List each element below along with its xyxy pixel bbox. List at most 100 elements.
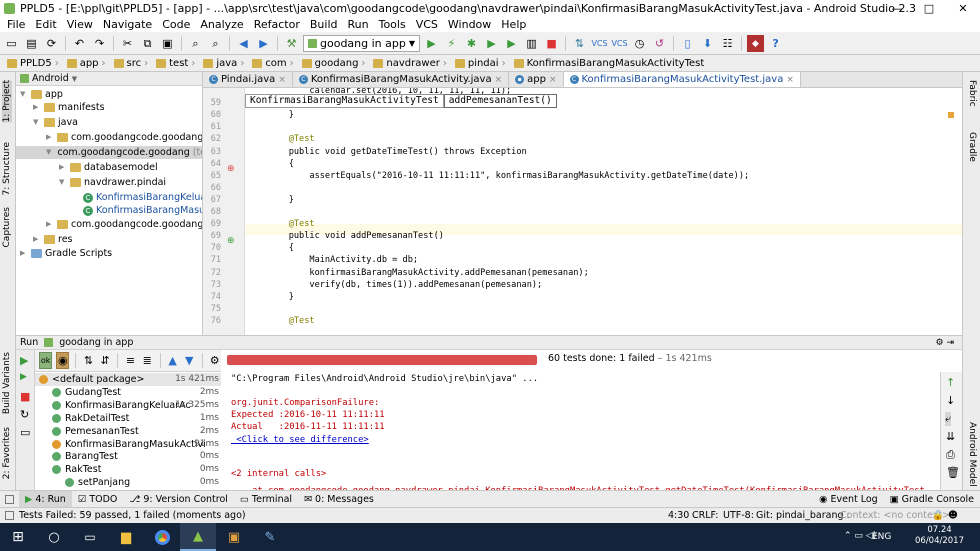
expand-all-icon[interactable]: ≡	[124, 352, 137, 369]
git-branch[interactable]: Git: pindai_barang :	[756, 510, 850, 521]
next-failed-icon[interactable]: ▼	[183, 352, 196, 369]
menu-item-help[interactable]: Help	[496, 18, 531, 31]
close-tab-icon[interactable]: ×	[549, 75, 557, 85]
project-tree-item[interactable]: ▼ com.goodangcode.goodang(test)	[16, 146, 202, 159]
toggle-auto-test-icon[interactable]: ↻	[20, 408, 29, 421]
show-ignored-icon[interactable]: ◉	[56, 352, 70, 369]
menu-item-view[interactable]: View	[62, 18, 98, 31]
collapse-all-icon[interactable]: ≣	[141, 352, 154, 369]
project-tree-item[interactable]: ▶ databasemodel	[59, 161, 158, 174]
rerun-failed-icon[interactable]: ▶	[20, 372, 27, 382]
menu-item-run[interactable]: Run	[343, 18, 374, 31]
test-row[interactable]: GudangTest 2ms	[35, 386, 221, 399]
redo-icon[interactable]: ↷	[91, 35, 108, 52]
coverage-icon[interactable]: ▶	[483, 35, 500, 52]
breadcrumb-item[interactable]: pindai ›	[452, 58, 509, 69]
popup-class[interactable]: KonfirmasiBarangMasukActivityTest	[245, 94, 444, 108]
replace-icon[interactable]: ⌕	[207, 35, 224, 52]
bottom-tab[interactable]: ✉ 0: Messages	[298, 491, 380, 508]
test-row[interactable]: BarangTest 0ms	[35, 450, 221, 463]
project-tree-item[interactable]: ▶ res	[33, 233, 73, 246]
favorites-tool-tab[interactable]: 2: Favorites	[2, 427, 12, 479]
stop-icon[interactable]: ■	[20, 390, 30, 403]
editor-tab[interactable]: C KonfirmasiBarangMasukActivity.java ×	[293, 72, 510, 87]
menu-item-vcs[interactable]: VCS	[411, 18, 443, 31]
rerun-icon[interactable]: ▶	[20, 354, 28, 367]
gradle-tool-tab[interactable]: Gradle	[967, 132, 977, 162]
breadcrumb-item[interactable]: test ›	[153, 58, 198, 69]
diff-link[interactable]: <Click to see difference>	[231, 435, 368, 445]
up-icon[interactable]: ↑	[946, 376, 955, 389]
find-icon[interactable]: ⌕	[187, 35, 204, 52]
test-row[interactable]: KonfirmasiBarangKeluarAc 1s 325ms	[35, 399, 221, 412]
vcs-update-icon[interactable]: VCS	[591, 35, 608, 52]
android-model-tool-tab[interactable]: Android Model	[967, 422, 977, 487]
project-tree-item[interactable]: ▶ manifests	[33, 101, 105, 114]
editor-tab[interactable]: C Pindai.java ×	[203, 72, 293, 87]
sdk-manager-icon[interactable]: ⬇	[699, 35, 716, 52]
soft-wrap-icon[interactable]: ⤶	[945, 412, 952, 426]
structure-tool-tab[interactable]: 7: Structure	[2, 142, 12, 196]
project-view-mode[interactable]: Android	[32, 73, 69, 84]
test-row[interactable]: <default package> 1s 421ms	[35, 373, 221, 386]
editor-tab[interactable]: ▪ app ×	[509, 72, 564, 87]
apply-changes-icon[interactable]: ⚡	[443, 35, 460, 52]
help-icon[interactable]: ?	[767, 35, 784, 52]
project-tree-item[interactable]: ▶ com.goodangcode.goodang	[46, 131, 202, 144]
attach-debugger-icon[interactable]: ▥	[523, 35, 540, 52]
menu-item-analyze[interactable]: Analyze	[195, 18, 248, 31]
vcs-commit-icon[interactable]: VCS	[611, 35, 628, 52]
popup-method[interactable]: addPemesananTest()	[443, 94, 557, 108]
breadcrumb-item[interactable]: java ›	[200, 58, 247, 69]
bottom-tab[interactable]: ◉ Event Log	[813, 491, 884, 508]
chevron-down-icon[interactable]: ▼	[72, 75, 77, 83]
app-task-icon[interactable]: ✎	[252, 523, 288, 551]
project-tree-item[interactable]: ▼ navdrawer.pindai	[59, 176, 166, 189]
test-console-output[interactable]: "C:\Program Files\Android\Android Studio…	[224, 372, 940, 491]
run-test-gutter-icon[interactable]: ⊕	[227, 236, 235, 246]
undo-icon[interactable]: ↶	[71, 35, 88, 52]
breadcrumb-item[interactable]: app ›	[64, 58, 109, 69]
test-row[interactable]: PemesananTest 2ms	[35, 425, 221, 438]
search-icon[interactable]: ○	[36, 523, 72, 551]
save-all-icon[interactable]: ▤	[23, 35, 40, 52]
settings-icon[interactable]: ⚙ ⇥	[936, 338, 954, 348]
expand-arrow-icon[interactable]: ▼	[33, 116, 41, 129]
sync-gradle-icon[interactable]: ⇅	[571, 35, 588, 52]
project-tree-item[interactable]: C KonfirmasiBarangMasuk	[72, 204, 202, 217]
minimize-icon[interactable]: —	[882, 0, 912, 17]
menu-item-tools[interactable]: Tools	[374, 18, 411, 31]
cut-icon[interactable]: ✂	[119, 35, 136, 52]
breadcrumb-item[interactable]: com ›	[249, 58, 296, 69]
print-icon[interactable]: ⎙	[946, 448, 955, 462]
file-explorer-icon[interactable]: ▆	[108, 523, 144, 551]
windows-start-icon[interactable]: ⊞	[0, 523, 36, 551]
expand-arrow-icon[interactable]: ▼	[20, 88, 28, 101]
firebase-icon[interactable]: ◆	[747, 35, 765, 52]
menu-item-window[interactable]: Window	[443, 18, 496, 31]
expand-arrow-icon[interactable]: ▶	[33, 233, 41, 246]
scroll-to-end-icon[interactable]: ⇊	[946, 430, 955, 443]
avd-manager-icon[interactable]: ▯	[679, 35, 696, 52]
menu-item-edit[interactable]: Edit	[30, 18, 61, 31]
caret-position[interactable]: 4:30	[668, 510, 689, 521]
bottom-tab[interactable]: ▶ 4: Run	[19, 490, 72, 508]
bottom-tab[interactable]: ▭ Terminal	[234, 491, 298, 508]
close-tab-icon[interactable]: ×	[495, 75, 503, 85]
revert-icon[interactable]: ↺	[651, 35, 668, 52]
close-icon[interactable]: ✕	[948, 0, 978, 17]
paste-icon[interactable]: ▣	[159, 35, 176, 52]
app-task-icon[interactable]: ▣	[216, 523, 252, 551]
debug-icon[interactable]: ✱	[463, 35, 480, 52]
copy-icon[interactable]: ⧉	[139, 35, 156, 52]
breadcrumb-item[interactable]: goodang ›	[299, 58, 369, 69]
run-test-gutter-icon[interactable]: ⊕	[227, 164, 235, 174]
history-icon[interactable]: ◷	[631, 35, 648, 52]
menu-item-code[interactable]: Code	[157, 18, 195, 31]
task-view-icon[interactable]: ▭	[72, 523, 108, 551]
project-tree-item[interactable]: ▶ Gradle Scripts	[20, 247, 112, 260]
menu-item-refactor[interactable]: Refactor	[249, 18, 305, 31]
stop-icon[interactable]: ■	[543, 35, 560, 52]
expand-arrow-icon[interactable]: ▶	[59, 161, 67, 174]
expand-arrow-icon[interactable]: ▶	[20, 247, 28, 260]
